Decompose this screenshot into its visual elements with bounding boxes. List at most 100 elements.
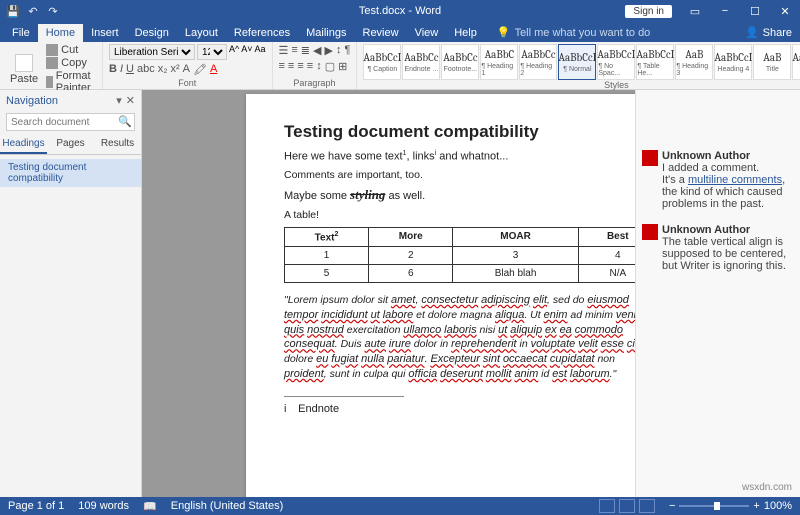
align-right-icon[interactable]: ≡ [297, 60, 303, 73]
dec-indent-icon[interactable]: ◀ [313, 44, 321, 57]
style---no-spac---[interactable]: AaBbCcI¶ No Spac... [597, 44, 635, 80]
tab-help[interactable]: Help [446, 24, 485, 42]
tab-design[interactable]: Design [127, 24, 177, 42]
shading-icon[interactable]: ▢ [325, 60, 335, 73]
multilevel-icon[interactable]: ≣ [301, 44, 310, 57]
cut-button[interactable]: Cut [46, 44, 96, 56]
nav-tab-headings[interactable]: Headings [0, 135, 47, 154]
grow-font-icon[interactable]: A^ [229, 44, 239, 60]
bold-button[interactable]: B [109, 63, 117, 76]
bullets-icon[interactable]: ☰ [279, 44, 289, 57]
style---caption[interactable]: AaBbCcI¶ Caption [363, 44, 401, 80]
clear-format-icon[interactable]: Aa [254, 44, 265, 60]
align-center-icon[interactable]: ≡ [288, 60, 294, 73]
style---heading-3[interactable]: AaB¶ Heading 3 [675, 44, 713, 80]
style-subtitle[interactable]: AaBbCcISubtitle [792, 44, 800, 80]
nav-tab-pages[interactable]: Pages [47, 135, 94, 154]
spellcheck-icon[interactable]: 📖 [143, 500, 157, 513]
table-header: More [369, 227, 453, 246]
page-indicator[interactable]: Page 1 of 1 [8, 500, 64, 512]
sort-icon[interactable]: ↕ [336, 44, 342, 57]
justify-icon[interactable]: ≡ [307, 60, 313, 73]
superscript-button[interactable]: x² [170, 63, 179, 76]
save-icon[interactable]: 💾 [6, 4, 20, 18]
font-family-select[interactable]: Liberation Serif [109, 44, 195, 60]
styles-group: AaBbCcI¶ CaptionAaBbCcEndnote ...AaBbCcF… [357, 42, 800, 89]
style---table-he---[interactable]: AaBbCcI¶ Table He... [636, 44, 674, 80]
underline-button[interactable]: U [126, 63, 134, 76]
redo-icon[interactable]: ↷ [46, 4, 60, 18]
line-spacing-icon[interactable]: ↕ [316, 60, 322, 73]
style---normal[interactable]: AaBbCcI¶ Normal [558, 44, 596, 80]
nav-tab-results[interactable]: Results [94, 135, 141, 154]
search-input[interactable] [6, 113, 135, 131]
comment[interactable]: Unknown AuthorThe table vertical align i… [642, 224, 794, 272]
numbering-icon[interactable]: ≡ [291, 44, 297, 57]
undo-icon[interactable]: ↶ [26, 4, 40, 18]
signin-button[interactable]: Sign in [625, 5, 672, 18]
text-effects-icon[interactable]: A [183, 63, 190, 76]
nav-dropdown-icon[interactable]: ▾ [116, 94, 122, 107]
ribbon-tabs: FileHomeInsertDesignLayoutReferencesMail… [0, 22, 800, 42]
tab-mailings[interactable]: Mailings [298, 24, 354, 42]
comment[interactable]: Unknown AuthorI added a comment.It's a m… [642, 150, 794, 210]
zoom-in-icon[interactable]: + [753, 500, 759, 512]
show-marks-icon[interactable]: ¶ [344, 44, 350, 57]
separator [284, 396, 404, 397]
zoom-level[interactable]: 100% [764, 500, 792, 512]
style-endnote----[interactable]: AaBbCcEndnote ... [402, 44, 440, 80]
tab-file[interactable]: File [4, 24, 38, 42]
window-title: Test.docx - Word [359, 5, 441, 17]
zoom-slider[interactable] [679, 505, 749, 507]
avatar-icon [642, 224, 658, 240]
font-size-select[interactable]: 12 [197, 44, 227, 60]
page[interactable]: Testing document compatibility Here we h… [246, 94, 696, 510]
web-layout-icon[interactable] [639, 499, 655, 513]
zoom-out-icon[interactable]: − [669, 500, 675, 512]
shrink-font-icon[interactable]: A˅ [241, 44, 252, 60]
tab-view[interactable]: View [407, 24, 447, 42]
titlebar: 💾 ↶ ↷ Test.docx - Word Sign in ▭ − ☐ ✕ [0, 0, 800, 22]
tab-review[interactable]: Review [355, 24, 407, 42]
ribbon-opts-icon[interactable]: ▭ [680, 0, 710, 22]
highlight-icon[interactable]: 🖍 [193, 63, 207, 76]
tab-home[interactable]: Home [38, 24, 83, 42]
word-count[interactable]: 109 words [78, 500, 129, 512]
language-indicator[interactable]: English (United States) [171, 500, 284, 512]
font-color-icon[interactable]: A [210, 63, 217, 76]
style-heading-4[interactable]: AaBbCcIHeading 4 [714, 44, 752, 80]
style-footnote---[interactable]: AaBbCcFootnote... [441, 44, 479, 80]
navigation-pane: Navigation ▾ ✕ 🔍 HeadingsPagesResults Te… [0, 90, 142, 510]
watermark: wsxdn.com [742, 482, 792, 493]
minimize-icon[interactable]: − [710, 0, 740, 22]
endnote: i Endnote [284, 403, 658, 415]
clipboard-group: Paste Cut Copy Format Painter Clipboard [0, 42, 103, 89]
inc-indent-icon[interactable]: ▶ [324, 44, 332, 57]
print-layout-icon[interactable] [619, 499, 635, 513]
subscript-button[interactable]: x₂ [158, 63, 168, 76]
cut-icon [46, 44, 58, 56]
maximize-icon[interactable]: ☐ [740, 0, 770, 22]
nav-close-icon[interactable]: ✕ [126, 94, 135, 107]
document-area[interactable]: Testing document compatibility Here we h… [142, 90, 800, 510]
style---heading-2[interactable]: AaBbCc¶ Heading 2 [519, 44, 557, 80]
tab-insert[interactable]: Insert [83, 24, 127, 42]
italic-button[interactable]: I [120, 63, 123, 76]
copy-button[interactable]: Copy [46, 57, 96, 69]
tab-references[interactable]: References [226, 24, 298, 42]
style---heading-1[interactable]: AaBbC¶ Heading 1 [480, 44, 518, 80]
strike-button[interactable]: abc [137, 63, 155, 76]
style-title[interactable]: AaBTitle [753, 44, 791, 80]
share-button[interactable]: 👤Share [737, 23, 800, 42]
search-icon[interactable]: 🔍 [118, 115, 132, 128]
close-icon[interactable]: ✕ [770, 0, 800, 22]
borders-icon[interactable]: ⊞ [338, 60, 347, 73]
tab-layout[interactable]: Layout [177, 24, 226, 42]
align-left-icon[interactable]: ≡ [279, 60, 285, 73]
paste-button[interactable]: Paste [6, 52, 42, 87]
nav-item[interactable]: Testing document compatibility [0, 159, 141, 187]
tell-me-input[interactable]: 💡Tell me what you want to do [491, 23, 656, 42]
table-header: Text2 [285, 227, 369, 246]
nav-title: Navigation [6, 95, 58, 107]
read-mode-icon[interactable] [599, 499, 615, 513]
